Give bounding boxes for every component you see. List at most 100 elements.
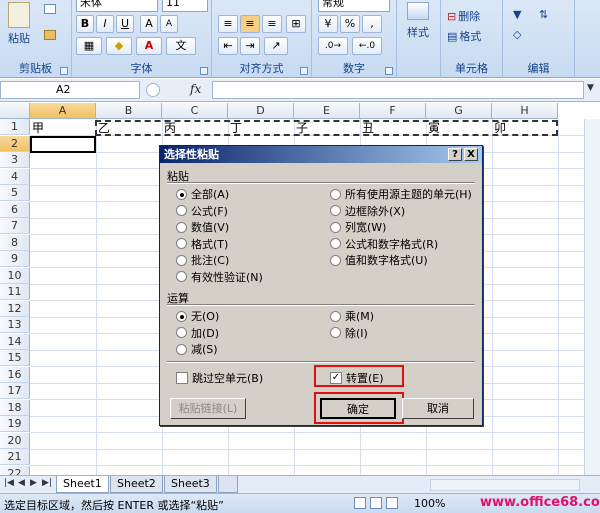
row-header-7[interactable]: 7	[0, 218, 30, 234]
first-sheet-icon[interactable]: |◀	[4, 478, 14, 488]
column-header-h[interactable]: H	[492, 103, 558, 119]
prev-sheet-icon[interactable]: ◀	[18, 478, 25, 488]
paste-radio-4[interactable]: 批注(C)	[176, 252, 229, 268]
column-header-b[interactable]: B	[96, 103, 162, 119]
align-center-icon[interactable]: ≡	[240, 15, 260, 33]
select-all-corner[interactable]	[0, 103, 30, 119]
paste-radio-1[interactable]: 公式(F)	[176, 203, 228, 219]
row-header-22[interactable]: 22	[0, 465, 30, 475]
alignment-launcher-icon[interactable]	[300, 67, 308, 75]
row-header-20[interactable]: 20	[0, 432, 30, 449]
fill-color-icon[interactable]: ◆	[106, 37, 132, 55]
italic-button[interactable]: I	[96, 15, 114, 33]
operation-radio-0[interactable]: 无(O)	[176, 308, 219, 324]
font-launcher-icon[interactable]	[200, 67, 208, 75]
clipboard-launcher-icon[interactable]	[60, 67, 68, 75]
horizontal-scrollbar[interactable]	[430, 479, 580, 491]
help-button[interactable]: ?	[448, 148, 462, 161]
column-header-f[interactable]: F	[360, 103, 426, 119]
align-left-icon[interactable]: ≡	[218, 15, 238, 33]
formula-input[interactable]	[212, 81, 584, 99]
underline-button[interactable]: U	[116, 15, 134, 33]
sort-icon[interactable]: ⇅	[539, 8, 548, 21]
insert-sheet-icon[interactable]	[218, 476, 238, 493]
row-header-6[interactable]: 6	[0, 201, 30, 218]
format-button[interactable]: ▤ 格式	[447, 28, 481, 44]
increase-decimal-icon[interactable]: .0→	[318, 37, 348, 55]
row-header-14[interactable]: 14	[0, 333, 30, 350]
percent-button[interactable]: %	[340, 15, 360, 33]
zoom-level[interactable]: 100%	[414, 497, 445, 510]
row-header-18[interactable]: 18	[0, 399, 30, 416]
paste-right-radio-3[interactable]: 公式和数字格式(R)	[330, 236, 438, 252]
styles-icon[interactable]	[407, 2, 429, 20]
operation-right-radio-1[interactable]: 除(I)	[330, 325, 368, 341]
expand-formula-icon[interactable]: ▼	[587, 83, 594, 93]
format-painter-icon[interactable]	[44, 30, 56, 40]
number-launcher-icon[interactable]	[385, 67, 393, 75]
column-header-e[interactable]: E	[294, 103, 360, 119]
row-header-17[interactable]: 17	[0, 383, 30, 399]
orientation-icon[interactable]: ↗	[264, 37, 288, 55]
column-header-c[interactable]: C	[162, 103, 228, 119]
paste-right-radio-2[interactable]: 列宽(W)	[330, 219, 386, 235]
paste-link-button[interactable]: 粘贴链接(L)	[170, 398, 246, 419]
increase-indent-icon[interactable]: ⇥	[240, 37, 260, 55]
formula-cancel-icon[interactable]	[146, 83, 160, 97]
decrease-decimal-icon[interactable]: ←.0	[352, 37, 382, 55]
row-header-10[interactable]: 10	[0, 267, 30, 284]
align-right-icon[interactable]: ≡	[262, 15, 282, 33]
tab-sheet2[interactable]: Sheet2	[110, 476, 163, 493]
merge-center-icon[interactable]: ⊞	[286, 15, 306, 33]
operation-radio-2[interactable]: 减(S)	[176, 341, 218, 357]
row-header-2[interactable]: 2	[0, 135, 30, 152]
font-name-combo[interactable]: 宋体	[76, 0, 158, 12]
last-sheet-icon[interactable]: ▶|	[42, 478, 52, 488]
row-header-1[interactable]: 1	[0, 119, 30, 135]
insert-function-icon[interactable]: fx	[190, 82, 201, 96]
currency-icon[interactable]: ¥	[318, 15, 338, 33]
row-header-19[interactable]: 19	[0, 416, 30, 432]
normal-view-icon[interactable]	[354, 497, 366, 509]
paste-right-radio-1[interactable]: 边框除外(X)	[330, 203, 405, 219]
tab-sheet3[interactable]: Sheet3	[164, 476, 217, 493]
column-header-d[interactable]: D	[228, 103, 294, 119]
bold-button[interactable]: B	[76, 15, 94, 33]
paste-icon[interactable]	[8, 2, 30, 28]
fill-button[interactable]: ▼	[513, 8, 521, 21]
paste-radio-5[interactable]: 有效性验证(N)	[176, 269, 263, 285]
paste-radio-3[interactable]: 格式(T)	[176, 236, 228, 252]
shrink-font-icon[interactable]: A	[160, 15, 178, 33]
row-header-16[interactable]: 16	[0, 366, 30, 383]
row-header-9[interactable]: 9	[0, 251, 30, 267]
font-size-combo[interactable]: 11	[162, 0, 208, 12]
paste-right-radio-4[interactable]: 值和数字格式(U)	[330, 252, 428, 268]
column-header-a[interactable]: A	[30, 103, 96, 119]
operation-right-radio-0[interactable]: 乘(M)	[330, 308, 374, 324]
tab-sheet1[interactable]: Sheet1	[56, 476, 109, 493]
close-button[interactable]: X	[464, 148, 478, 161]
row-header-8[interactable]: 8	[0, 234, 30, 251]
page-layout-icon[interactable]	[370, 497, 382, 509]
comma-button[interactable]: ,	[362, 15, 382, 33]
row-header-5[interactable]: 5	[0, 185, 30, 201]
grow-font-icon[interactable]: A	[140, 15, 158, 33]
font-color-icon[interactable]: A	[136, 37, 162, 55]
next-sheet-icon[interactable]: ▶	[30, 478, 37, 488]
clear-icon[interactable]: ◇	[513, 28, 521, 41]
copy-icon[interactable]	[44, 4, 56, 14]
operation-radio-1[interactable]: 加(D)	[176, 325, 219, 341]
paste-radio-2[interactable]: 数值(V)	[176, 219, 229, 235]
row-header-4[interactable]: 4	[0, 168, 30, 185]
paste-right-radio-0[interactable]: 所有使用源主题的单元(H)	[330, 186, 472, 202]
row-header-12[interactable]: 12	[0, 300, 30, 317]
row-header-3[interactable]: 3	[0, 152, 30, 168]
row-header-21[interactable]: 21	[0, 449, 30, 465]
row-header-13[interactable]: 13	[0, 317, 30, 333]
row-header-11[interactable]: 11	[0, 284, 30, 300]
cell-a1[interactable]: 甲	[30, 120, 96, 136]
row-header-15[interactable]: 15	[0, 350, 30, 366]
phonetic-icon[interactable]: 文	[166, 37, 196, 55]
name-box[interactable]: A2	[0, 81, 140, 99]
active-cell-a2[interactable]	[30, 136, 96, 153]
